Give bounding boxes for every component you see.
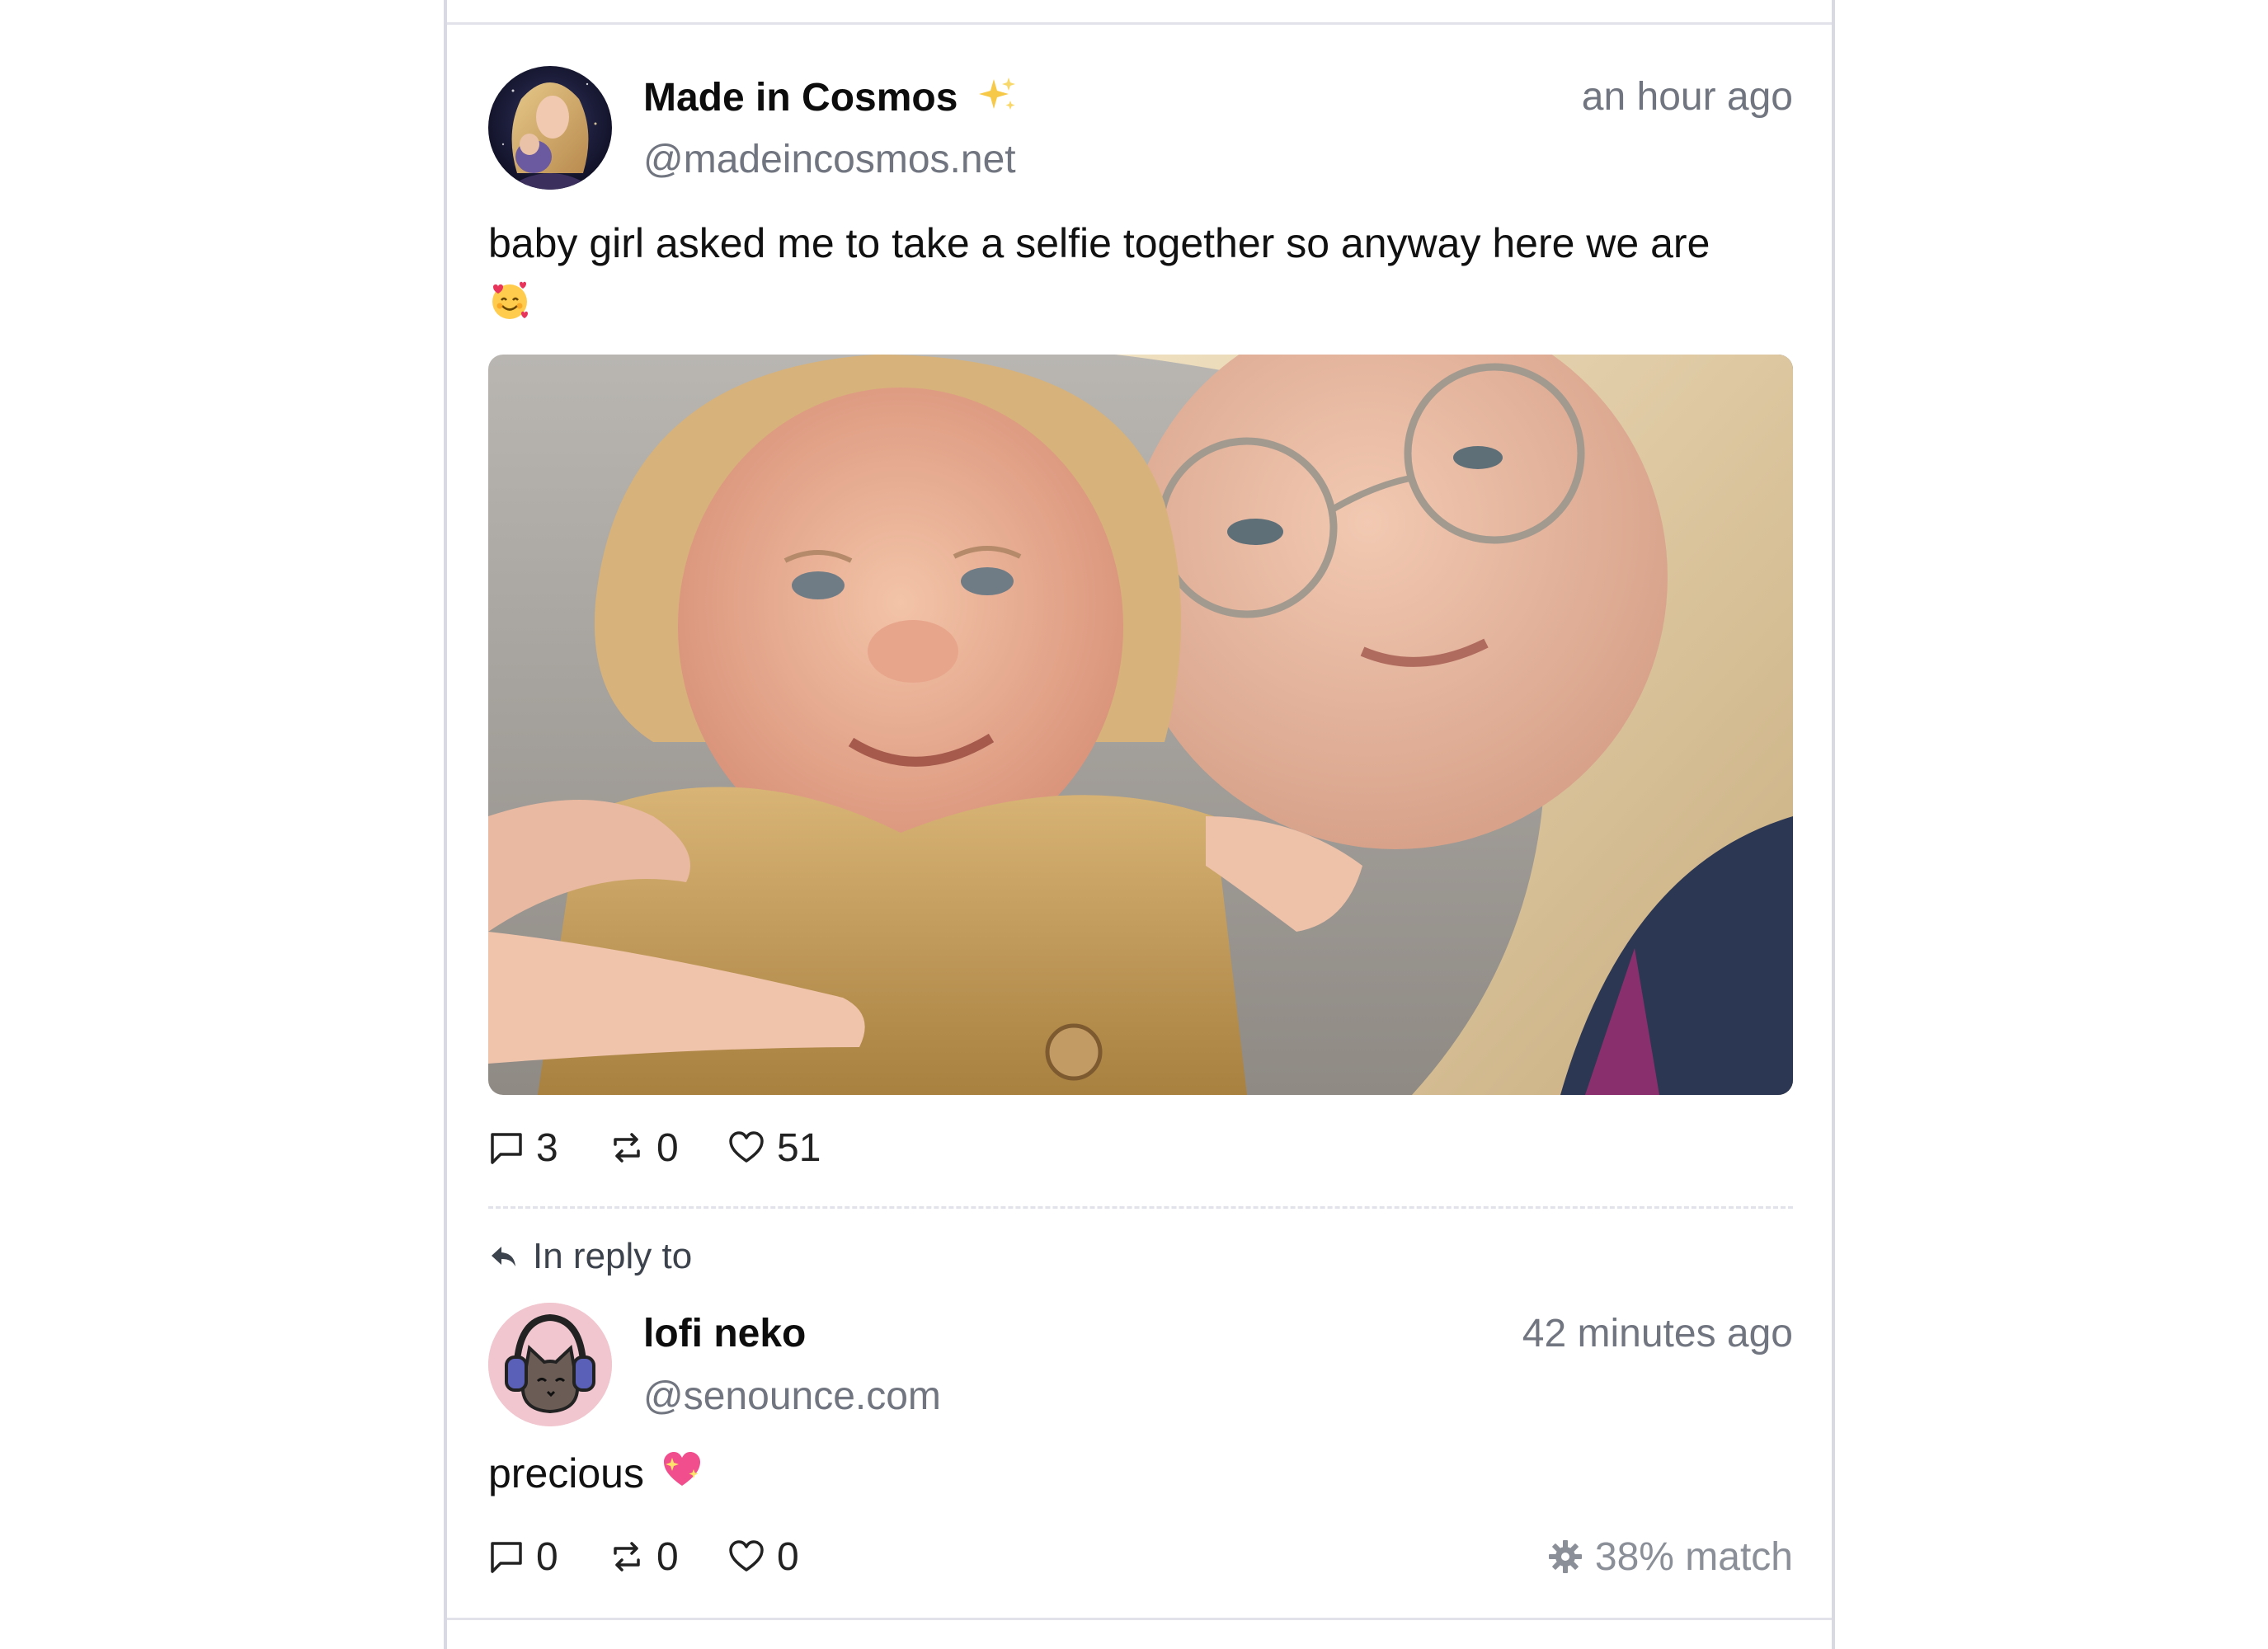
repost-icon — [614, 1542, 640, 1571]
author-name-text: Made in Cosmos — [643, 76, 958, 120]
reply-timestamp[interactable]: 42 minutes ago — [1522, 1311, 1793, 1357]
feed-column: Made in Cosmos @madeincosmos.net an hour… — [444, 0, 1835, 1649]
heart-icon — [729, 1540, 764, 1571]
divider-bottom — [447, 1618, 1832, 1620]
comment-icon — [491, 1542, 522, 1573]
sparkles-icon — [977, 74, 1019, 126]
post-text: baby girl asked me to take a selfie toge… — [488, 213, 1808, 338]
author-handle[interactable]: @madeincosmos.net — [643, 137, 1016, 183]
reply-author-name[interactable]: lofi neko — [643, 1311, 806, 1357]
reply-like-button[interactable]: 0 — [727, 1532, 799, 1581]
reply-repost-button[interactable]: 0 — [609, 1532, 679, 1581]
post-reply[interactable]: lofi neko @senounce.com 42 minutes ago p… — [488, 1303, 1793, 1608]
reply-actions: 0 0 0 38% match — [488, 1532, 1793, 1581]
reply-arrow-icon — [492, 1247, 515, 1266]
post-timestamp[interactable]: an hour ago — [1582, 74, 1793, 120]
like-count: 51 — [777, 1125, 821, 1170]
match-score[interactable]: 38% match — [1547, 1532, 1793, 1581]
reply-reply-button[interactable]: 0 — [488, 1532, 558, 1581]
reply-author-handle[interactable]: @senounce.com — [643, 1374, 941, 1420]
thread-divider — [488, 1206, 1793, 1209]
reply-button[interactable]: 3 — [488, 1123, 558, 1172]
repost-count: 0 — [656, 1125, 679, 1170]
author-name[interactable]: Made in Cosmos — [643, 74, 1019, 126]
comment-icon — [491, 1133, 522, 1164]
sparkling-heart-icon — [661, 1446, 703, 1507]
heart-icon — [729, 1131, 764, 1163]
post-main[interactable]: Made in Cosmos @madeincosmos.net an hour… — [488, 0, 1793, 1187]
repost-icon — [614, 1133, 640, 1163]
post-actions: 3 0 51 — [488, 1123, 1793, 1172]
post-photo[interactable] — [488, 355, 1793, 1095]
smiling-face-with-hearts-icon — [488, 277, 531, 338]
reply-text-content: precious — [488, 1450, 644, 1496]
in-reply-to-label[interactable]: In reply to — [488, 1233, 692, 1280]
like-button[interactable]: 51 — [727, 1123, 821, 1172]
avatar-made-in-cosmos[interactable] — [488, 66, 612, 190]
repost-button[interactable]: 0 — [609, 1123, 679, 1172]
gear-icon — [1548, 1540, 1582, 1573]
match-label: 38% match — [1594, 1534, 1793, 1579]
post-text-content: baby girl asked me to take a selfie toge… — [488, 220, 1710, 266]
in-reply-to-text: In reply to — [533, 1236, 693, 1276]
reply-repost-count: 0 — [656, 1534, 679, 1579]
reply-reply-count: 0 — [536, 1534, 558, 1579]
reply-count: 3 — [536, 1125, 558, 1170]
reply-like-count: 0 — [777, 1534, 799, 1579]
avatar-lofi-neko[interactable] — [488, 1303, 612, 1426]
reply-text: precious — [488, 1443, 1808, 1507]
